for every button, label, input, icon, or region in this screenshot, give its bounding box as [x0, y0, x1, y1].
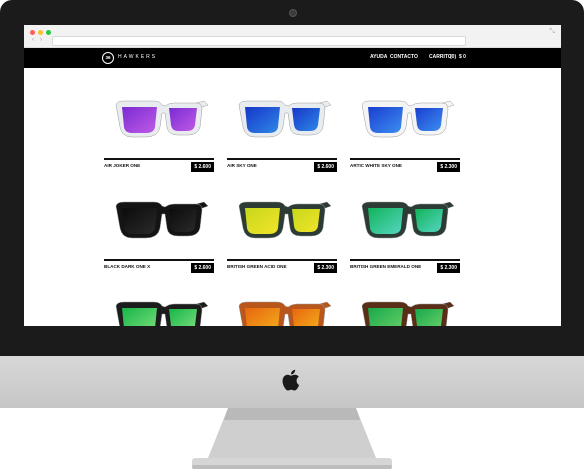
back-icon[interactable]: ‹: [32, 37, 34, 43]
browser-chrome: ‹ › ⤡: [24, 25, 561, 48]
product-price: $ 2.300: [314, 263, 337, 273]
address-bar[interactable]: [52, 36, 466, 46]
product-image[interactable]: [350, 85, 460, 155]
product-divider: [350, 158, 460, 160]
cart-link[interactable]: CARRITO: [429, 54, 452, 60]
site-header: 36 HAWKERS AYUDA CONTACTO CARRITO (0) $ …: [24, 48, 561, 68]
logo-icon[interactable]: 36: [102, 52, 114, 64]
product-divider: [350, 259, 460, 261]
product-name[interactable]: AIR JOKER ONE: [104, 163, 176, 170]
monitor-chin: [0, 356, 584, 408]
product-name[interactable]: AIR SKY ONE: [227, 163, 299, 170]
cart-count: (0): [450, 54, 457, 60]
nav-help-link[interactable]: AYUDA: [370, 54, 387, 60]
product-price: $ 2.600: [191, 162, 214, 172]
monitor-bezel: ‹ › ⤡ 36 HAWKERS AYUDA CONTACTO CARRITO …: [0, 0, 584, 356]
product-price: $ 2.300: [437, 263, 460, 273]
product-divider: [227, 158, 337, 160]
nav-contact-link[interactable]: CONTACTO: [390, 54, 418, 60]
product-price: $ 2.600: [191, 263, 214, 273]
product-image[interactable]: [350, 186, 460, 256]
forward-icon[interactable]: ›: [40, 37, 42, 43]
product-divider: [104, 259, 214, 261]
product-name[interactable]: ARTIC WHITE SKY ONE: [350, 163, 422, 170]
cart-total: $ 0: [459, 54, 466, 60]
maximize-window-button[interactable]: [46, 30, 51, 35]
product-image[interactable]: [227, 286, 337, 326]
close-window-button[interactable]: [30, 30, 35, 35]
product-price: $ 2.600: [314, 162, 337, 172]
product-name[interactable]: BRITISH GREEN EMERALD ONE: [350, 264, 422, 271]
camera-icon: [289, 9, 297, 17]
minimize-window-button[interactable]: [38, 30, 43, 35]
product-image[interactable]: [104, 85, 214, 155]
apple-logo-icon: [282, 369, 300, 391]
product-image[interactable]: [227, 85, 337, 155]
product-divider: [227, 259, 337, 261]
screen: ‹ › ⤡ 36 HAWKERS AYUDA CONTACTO CARRITO …: [24, 25, 561, 326]
product-price: $ 2.300: [437, 162, 460, 172]
product-name[interactable]: BRITISH GREEN ACID ONE: [227, 264, 299, 271]
product-name[interactable]: BLACK DARK ONE X: [104, 264, 176, 271]
product-image[interactable]: [104, 286, 214, 326]
expand-icon[interactable]: ⤡: [549, 28, 555, 36]
product-image[interactable]: [104, 186, 214, 256]
product-divider: [104, 158, 214, 160]
product-image[interactable]: [227, 186, 337, 256]
brand-logo-text[interactable]: HAWKERS: [118, 54, 157, 60]
product-image[interactable]: [350, 286, 460, 326]
